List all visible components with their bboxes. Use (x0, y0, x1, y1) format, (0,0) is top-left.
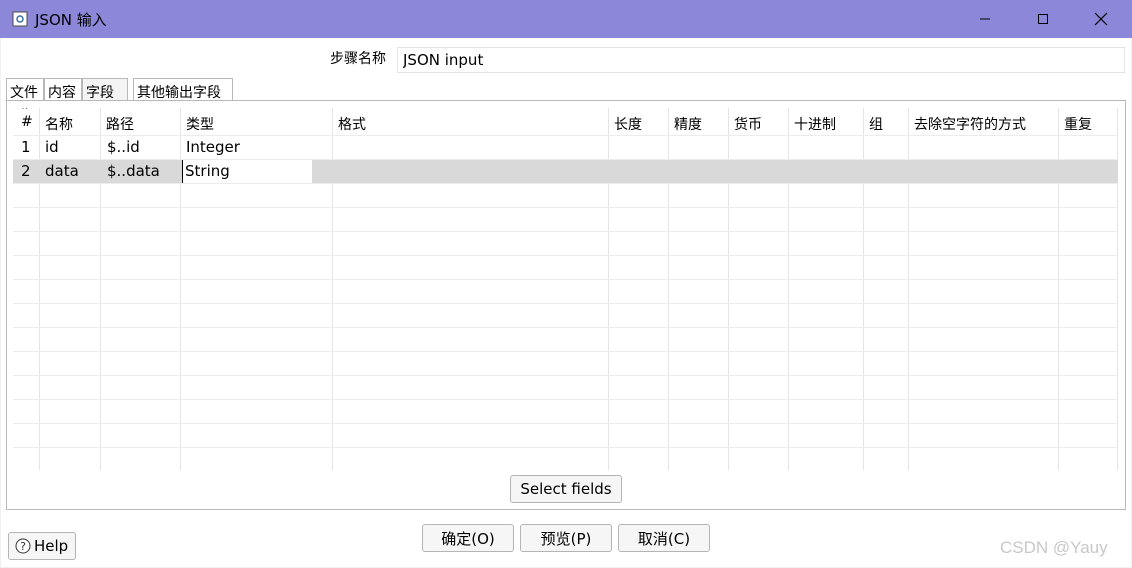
header-name[interactable]: 名称 (39, 108, 73, 135)
close-button[interactable] (1071, 0, 1131, 38)
cell-path[interactable]: $..id (101, 135, 140, 159)
tab-content[interactable]: 内容 (44, 78, 82, 101)
app-icon (12, 11, 28, 27)
table-header: ^ # 名称 路径 类型 格式 长度 精度 货币 十进制 组 去除空字符的方式 … (13, 108, 1118, 135)
cancel-button[interactable]: 取消(C) (618, 524, 710, 552)
fields-table: ^ # 名称 路径 类型 格式 长度 精度 货币 十进制 组 去除空字符的方式 … (13, 108, 1118, 470)
close-icon (1094, 12, 1108, 26)
row-number: 1 (21, 138, 31, 156)
cell-path[interactable]: $..data (101, 159, 160, 183)
tab-other-output-fields[interactable]: 其他输出字段 (133, 78, 233, 101)
row-number: 2 (21, 162, 31, 180)
cell-type[interactable]: Integer (180, 135, 240, 159)
step-name-input[interactable] (397, 47, 1125, 73)
cell-name[interactable]: data (39, 159, 79, 183)
window-title: JSON 输入 (35, 11, 107, 29)
minimize-button[interactable] (955, 0, 1015, 38)
minimize-icon (980, 18, 990, 20)
header-num[interactable]: # (15, 108, 33, 135)
watermark: CSDN @Yauy (1000, 538, 1108, 557)
svg-text:?: ? (20, 540, 26, 553)
table-row[interactable]: 1 id $..id Integer (13, 135, 1118, 159)
header-repeat[interactable]: 重复 (1058, 108, 1092, 135)
help-label: Help (34, 537, 69, 555)
maximize-icon (1038, 14, 1048, 24)
title-bar: JSON 输入 (0, 0, 1132, 38)
header-path[interactable]: 路径 (100, 108, 134, 135)
header-trim-type[interactable]: 去除空字符的方式 (908, 108, 1026, 135)
step-name-label: 步骤名称 (330, 51, 386, 67)
header-group[interactable]: 组 (863, 108, 883, 135)
header-decimal[interactable]: 十进制 (788, 108, 836, 135)
select-fields-button[interactable]: Select fields (510, 475, 622, 503)
help-icon: ? (15, 538, 31, 554)
cell-name[interactable]: id (39, 135, 59, 159)
table-row-selected[interactable]: 2 data $..data String (13, 159, 1118, 183)
preview-button[interactable]: 预览(P) (520, 524, 612, 552)
header-type[interactable]: 类型 (180, 108, 214, 135)
ok-button[interactable]: 确定(O) (422, 524, 514, 552)
help-button[interactable]: ? Help (8, 532, 76, 560)
tab-file[interactable]: 文件 (6, 78, 44, 101)
maximize-button[interactable] (1013, 0, 1073, 38)
header-length[interactable]: 长度 (608, 108, 642, 135)
type-cell-editor[interactable]: String (182, 160, 312, 183)
header-currency[interactable]: 货币 (728, 108, 762, 135)
header-precision[interactable]: 精度 (668, 108, 702, 135)
header-format[interactable]: 格式 (332, 108, 366, 135)
tab-fields[interactable]: 字段 (82, 78, 128, 101)
